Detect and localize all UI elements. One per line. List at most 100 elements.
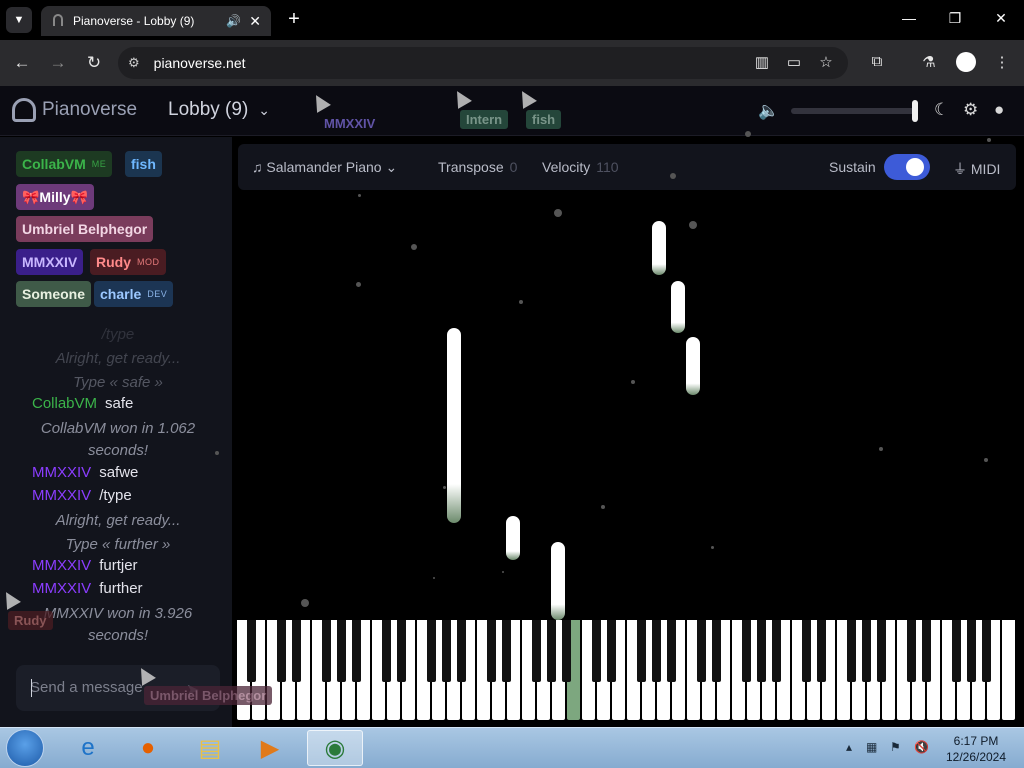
velocity-control[interactable]: Velocity 110 [542, 159, 619, 175]
black-key[interactable] [771, 620, 781, 682]
volume-slider[interactable] [791, 108, 917, 114]
instrument-select[interactable]: ♫ Salamander Piano ⌄ [252, 159, 397, 176]
tab-search-chevron-icon[interactable]: ▼ [6, 7, 32, 33]
restore-button[interactable]: ❐ [945, 10, 965, 27]
midi-button[interactable]: ⏚ MIDI [953, 159, 1000, 179]
black-key[interactable] [756, 620, 766, 682]
account-icon[interactable]: ● [994, 100, 1004, 120]
black-key[interactable] [486, 620, 496, 682]
chat-message: MMXXIV/type [32, 487, 132, 504]
labs-flask-icon[interactable]: ⚗ [918, 53, 940, 71]
minimize-button[interactable]: — [899, 10, 919, 26]
transpose-control[interactable]: Transpose 0 [438, 159, 517, 175]
black-key[interactable] [501, 620, 511, 682]
profile-avatar[interactable] [956, 52, 976, 72]
user-badge[interactable]: Umbriel Belphegor [16, 216, 154, 242]
black-key[interactable] [861, 620, 871, 682]
black-key[interactable] [966, 620, 976, 682]
black-key[interactable] [981, 620, 991, 682]
window-close-button[interactable]: ✕ [991, 10, 1011, 27]
black-key[interactable] [606, 620, 616, 682]
extensions-icon[interactable]: ⧉ [866, 53, 888, 70]
site-settings-icon[interactable]: ⚙ [128, 55, 140, 71]
black-key[interactable] [951, 620, 961, 682]
media-player-icon[interactable]: ▶ [242, 730, 298, 766]
user-badge[interactable]: Someone [16, 281, 92, 307]
message-author[interactable]: MMXXIV [32, 580, 91, 597]
black-key[interactable] [921, 620, 931, 682]
message-author[interactable]: CollabVM [32, 395, 97, 412]
action-center-flag-icon[interactable]: ⚑ [890, 740, 901, 754]
black-key[interactable] [636, 620, 646, 682]
black-key[interactable] [561, 620, 571, 682]
user-badge[interactable]: CollabVM ME [16, 151, 113, 177]
show-hidden-icons[interactable]: ▴ [846, 740, 852, 754]
system-message: /type [101, 326, 135, 343]
sustain-toggle-knob[interactable] [906, 158, 924, 176]
black-key[interactable] [291, 620, 301, 682]
network-icon[interactable]: ▦ [866, 740, 877, 754]
black-key[interactable] [666, 620, 676, 682]
new-tab-button[interactable]: + [283, 9, 305, 31]
user-badge[interactable]: fish [125, 151, 162, 177]
cast-icon[interactable]: ▭ [783, 53, 805, 71]
piano-keyboard[interactable] [236, 620, 1016, 720]
dark-mode-moon-icon[interactable]: ☾ [934, 100, 949, 120]
black-key[interactable] [336, 620, 346, 682]
black-key[interactable] [801, 620, 811, 682]
reading-mode-icon[interactable]: ▥ [751, 53, 773, 71]
black-key[interactable] [351, 620, 361, 682]
browser-tab[interactable]: Pianoverse - Lobby (9) 🔊 ✕ [41, 6, 271, 36]
black-key[interactable] [396, 620, 406, 682]
black-key[interactable] [276, 620, 286, 682]
firefox-icon[interactable]: ● [120, 730, 176, 766]
user-badge[interactable]: Rudy MOD [90, 249, 166, 275]
black-key[interactable] [546, 620, 556, 682]
volume-slider-thumb[interactable] [912, 100, 918, 122]
message-author[interactable]: MMXXIV [32, 464, 91, 481]
black-key[interactable] [816, 620, 826, 682]
internet-explorer-icon[interactable]: e [60, 730, 116, 766]
user-badge[interactable]: 🎀Milly🎀 [16, 184, 94, 210]
particle [670, 173, 676, 179]
black-key[interactable] [441, 620, 451, 682]
settings-gear-icon[interactable]: ⚙ [963, 100, 978, 120]
volume-muted-icon[interactable]: 🔇 [914, 740, 929, 754]
particle [631, 380, 635, 384]
message-author[interactable]: MMXXIV [32, 557, 91, 574]
back-arrow-icon[interactable]: ← [11, 52, 33, 74]
tab-audio-icon[interactable]: 🔊 [226, 14, 241, 28]
black-key[interactable] [711, 620, 721, 682]
file-explorer-icon[interactable]: ▤ [182, 730, 238, 766]
black-key[interactable] [906, 620, 916, 682]
start-button[interactable] [6, 729, 44, 767]
user-badge[interactable]: MMXXIV [16, 249, 84, 275]
white-key[interactable] [1002, 620, 1015, 720]
chrome-taskbar-icon[interactable]: ◉ [307, 730, 363, 766]
message-author[interactable]: MMXXIV [32, 487, 91, 504]
black-key[interactable] [741, 620, 751, 682]
bookmark-star-icon[interactable]: ☆ [815, 53, 837, 71]
cursor-label: Intern [460, 110, 509, 129]
tab-close-icon[interactable]: ✕ [249, 13, 261, 30]
black-key[interactable] [426, 620, 436, 682]
black-key[interactable] [696, 620, 706, 682]
system-clock[interactable]: 6:17 PM 12/26/2024 [938, 733, 1014, 765]
black-key[interactable] [651, 620, 661, 682]
black-key[interactable] [591, 620, 601, 682]
brand[interactable]: Pianoverse [12, 98, 137, 122]
forward-arrow-icon[interactable]: → [47, 52, 69, 74]
black-key[interactable] [876, 620, 886, 682]
black-key[interactable] [381, 620, 391, 682]
user-badge[interactable]: charle DEV [94, 281, 174, 307]
black-key[interactable] [531, 620, 541, 682]
black-key[interactable] [321, 620, 331, 682]
black-key[interactable] [246, 620, 256, 682]
volume-icon[interactable]: 🔈 [758, 101, 779, 121]
black-key[interactable] [846, 620, 856, 682]
address-bar[interactable]: ⚙ pianoverse.net [118, 47, 848, 79]
room-selector[interactable]: Lobby (9) ⌄ [168, 99, 270, 121]
black-key[interactable] [456, 620, 466, 682]
browser-menu-icon[interactable]: ⋮ [991, 53, 1013, 71]
reload-icon[interactable]: ↻ [83, 52, 105, 74]
